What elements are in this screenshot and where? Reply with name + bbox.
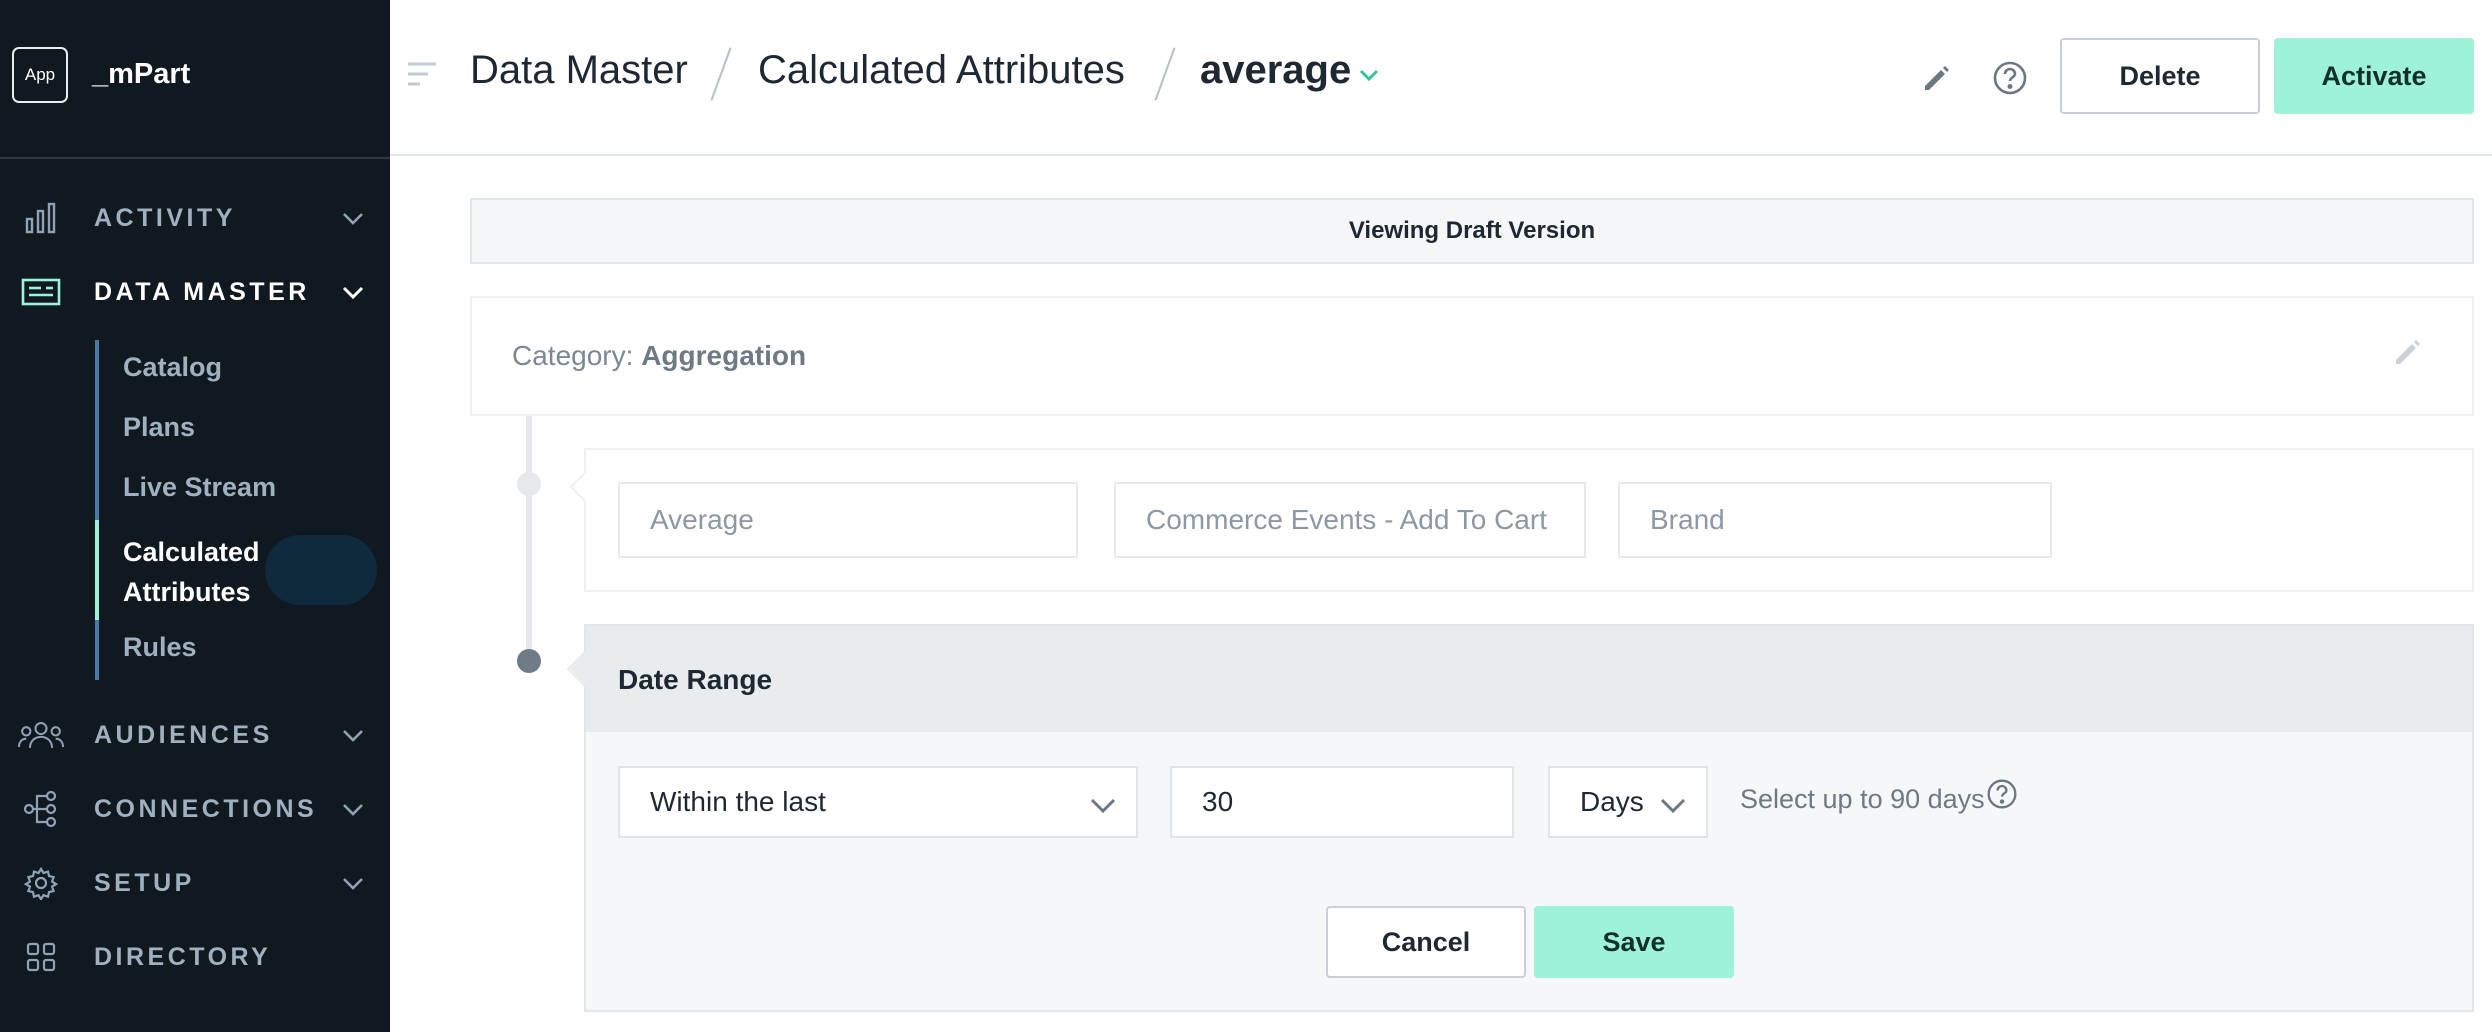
step-timeline xyxy=(526,416,532,660)
timeline-dot xyxy=(517,472,541,496)
chevron-down-icon[interactable] xyxy=(338,203,368,233)
nav-directory[interactable]: DIRECTORY xyxy=(0,927,390,987)
data-master-icon xyxy=(18,269,64,315)
range-operator-select[interactable]: Within the last xyxy=(618,766,1138,838)
subnav-catalog[interactable]: Catalog xyxy=(99,352,390,383)
subnav-plans[interactable]: Plans xyxy=(99,412,390,443)
app-logo[interactable]: App xyxy=(12,47,68,103)
category-value: Aggregation xyxy=(641,340,807,371)
gear-icon xyxy=(18,860,64,906)
nav-activity[interactable]: ACTIVITY xyxy=(0,188,390,248)
timeline-dot-active xyxy=(517,649,541,673)
chevron-down-icon[interactable] xyxy=(1356,62,1382,88)
category-label: Category: xyxy=(512,340,634,371)
breadcrumb-calculated-attributes[interactable]: Calculated Attributes xyxy=(758,48,1125,93)
grid-icon xyxy=(18,934,64,980)
card-pointer xyxy=(566,650,604,688)
pencil-icon[interactable] xyxy=(1917,58,1957,98)
aggregation-step-card: Average Commerce Events - Add To Cart Br… xyxy=(569,448,2474,592)
pencil-icon[interactable] xyxy=(2392,336,2432,376)
chevron-down-icon[interactable] xyxy=(338,868,368,898)
save-button[interactable]: Save xyxy=(1534,906,1734,978)
hover-highlight xyxy=(265,535,377,605)
bar-chart-icon xyxy=(18,195,64,241)
event-field[interactable]: Commerce Events - Add To Cart xyxy=(1114,482,1586,558)
nav-audiences[interactable]: AUDIENCES xyxy=(0,705,390,765)
draft-version-banner: Viewing Draft Version xyxy=(470,198,2474,264)
category-card: Category: Aggregation xyxy=(470,296,2474,416)
chevron-down-icon[interactable] xyxy=(338,794,368,824)
data-master-subnav: Catalog Plans Live Stream Calculated Att… xyxy=(95,340,390,680)
connections-icon xyxy=(18,786,64,832)
range-unit-value: Days xyxy=(1580,786,1644,817)
date-range-header: Date Range xyxy=(566,626,2472,732)
nav-connections[interactable]: CONNECTIONS xyxy=(0,779,390,839)
card-pointer xyxy=(569,471,601,503)
chevron-down-icon xyxy=(1088,790,1118,820)
cancel-button[interactable]: Cancel xyxy=(1326,906,1526,978)
nav-setup[interactable]: SETUP xyxy=(0,853,390,913)
subnav-live-stream[interactable]: Live Stream xyxy=(99,472,390,503)
range-amount-value: 30 xyxy=(1202,786,1234,817)
help-icon[interactable] xyxy=(1986,778,2022,814)
page-header: Data Master Calculated Attributes averag… xyxy=(390,0,2492,156)
nav-label: DATA MASTER xyxy=(94,277,310,306)
breadcrumb-separator xyxy=(1154,47,1176,101)
date-range-title: Date Range xyxy=(618,664,773,695)
sidebar: App _mPart ACTIVITY DATA MASTER Catalog … xyxy=(0,0,390,1032)
subnav-label-line2: Attributes xyxy=(123,577,251,607)
range-unit-select[interactable]: Days xyxy=(1548,766,1708,838)
date-range-card: Date Range Within the last 30 Days Selec… xyxy=(566,624,2474,1012)
activate-button[interactable]: Activate xyxy=(2274,38,2474,114)
aggregation-function-field[interactable]: Average xyxy=(618,482,1078,558)
range-amount-input[interactable]: 30 xyxy=(1170,766,1514,838)
chevron-down-icon[interactable] xyxy=(338,277,368,307)
workspace-name[interactable]: _mPart xyxy=(92,58,190,91)
subnav-label-line1: Calculated xyxy=(123,537,260,567)
nav-label: ACTIVITY xyxy=(94,203,236,232)
nav-data-master[interactable]: DATA MASTER xyxy=(0,262,390,322)
nav-label: AUDIENCES xyxy=(94,720,273,749)
nav-label: DIRECTORY xyxy=(94,942,272,971)
chevron-down-icon xyxy=(1658,790,1688,820)
menu-toggle-icon[interactable] xyxy=(408,60,438,88)
people-icon xyxy=(18,712,64,758)
range-hint-text: Select up to 90 days xyxy=(1740,784,1985,814)
subnav-rules[interactable]: Rules xyxy=(99,632,390,663)
delete-button[interactable]: Delete xyxy=(2060,38,2260,114)
breadcrumb-data-master[interactable]: Data Master xyxy=(470,48,688,93)
breadcrumb-separator xyxy=(710,47,732,101)
category-text: Category: Aggregation xyxy=(512,340,806,372)
range-operator-value: Within the last xyxy=(650,786,826,817)
attribute-field[interactable]: Brand xyxy=(1618,482,2052,558)
nav-label: CONNECTIONS xyxy=(94,794,318,823)
chevron-down-icon[interactable] xyxy=(338,720,368,750)
help-icon[interactable] xyxy=(1990,58,2030,98)
breadcrumb-current[interactable]: average xyxy=(1200,48,1351,93)
brand-header: App _mPart xyxy=(0,0,390,159)
nav-label: SETUP xyxy=(94,868,195,897)
